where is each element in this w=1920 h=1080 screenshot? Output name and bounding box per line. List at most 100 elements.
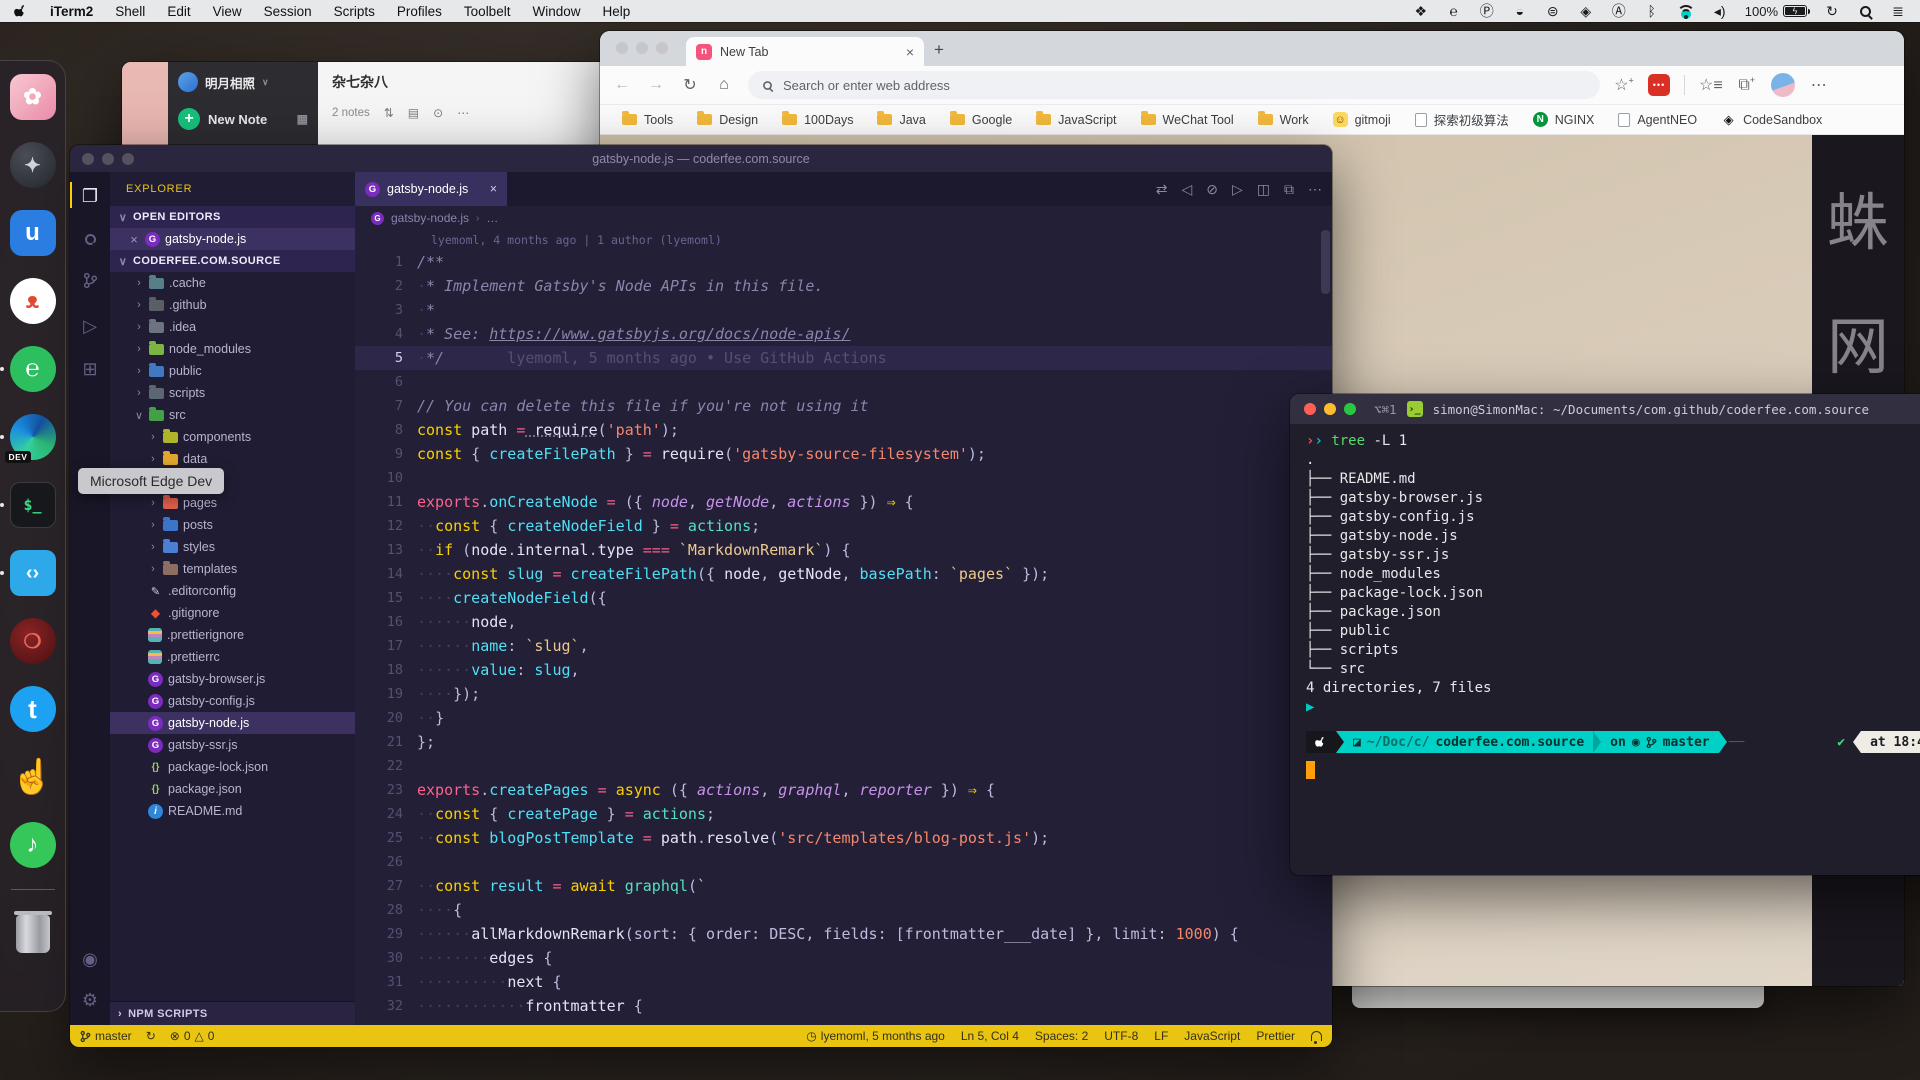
evernote-menu-icon[interactable]: ℮ xyxy=(1446,2,1462,20)
control-center-icon[interactable]: ≣ xyxy=(1890,2,1906,20)
terminal-content[interactable]: ›› tree -L 1.├── README.md├── gatsby-bro… xyxy=(1290,424,1920,779)
tree-item-.editorconfig[interactable]: ✎.editorconfig xyxy=(110,580,355,602)
dock-vscode[interactable]: ‹› xyxy=(9,549,57,597)
tree-item-pages[interactable]: ›pages xyxy=(110,492,355,514)
editor-tab[interactable]: G gatsby-node.js × xyxy=(355,172,507,206)
close-tab-icon[interactable]: × xyxy=(490,182,497,196)
address-bar[interactable]: Search or enter web address xyxy=(748,71,1600,99)
menu-item-session[interactable]: Session xyxy=(264,4,312,19)
section-workspace[interactable]: ∨CODERFEE.COM.SOURCE xyxy=(110,250,355,272)
dock-twitter[interactable]: t xyxy=(9,685,57,733)
search-icon[interactable] xyxy=(70,229,110,250)
menu-item-shell[interactable]: Shell xyxy=(115,4,145,19)
dock-hand-app[interactable]: ☝ xyxy=(9,753,57,801)
collections-icon[interactable]: ⧉+ xyxy=(1737,75,1757,94)
tree-item-.cache[interactable]: ›.cache xyxy=(110,272,355,294)
dock-red-app[interactable]: ❍ xyxy=(9,617,57,665)
dock-edge-dev[interactable]: DEV xyxy=(9,413,57,461)
bookmark-NGINX[interactable]: NNGINX xyxy=(1533,112,1595,127)
bookmark-WeChat Tool[interactable]: WeChat Tool xyxy=(1141,113,1234,127)
status-item[interactable]: Ln 5, Col 4 xyxy=(961,1029,1019,1043)
favorites-list-icon[interactable]: ☆≡ xyxy=(1699,75,1723,95)
tree-item-gatsby-node.js[interactable]: Ggatsby-node.js xyxy=(110,712,355,734)
window-controls[interactable] xyxy=(1304,403,1356,415)
time-machine-icon[interactable]: ↻ xyxy=(1824,2,1840,20)
menu-item-help[interactable]: Help xyxy=(602,4,630,19)
source-control-icon[interactable] xyxy=(70,272,110,294)
bookmark-gitmoji[interactable]: ☺gitmoji xyxy=(1333,112,1391,127)
tag-icon[interactable]: ⊙ xyxy=(433,106,443,120)
tree-item-public[interactable]: ›public xyxy=(110,360,355,382)
menu-item-edit[interactable]: Edit xyxy=(167,4,190,19)
dock-utools[interactable]: u xyxy=(9,209,57,257)
window-tiles-icon[interactable]: ❖ xyxy=(1413,2,1429,20)
extensions-icon[interactable]: ⊞ xyxy=(70,359,110,380)
new-tab-button[interactable]: + xyxy=(934,40,944,60)
menu-item-window[interactable]: Window xyxy=(532,4,580,19)
bookmark-AgentNEO[interactable]: AgentNEO xyxy=(1618,113,1697,127)
tree-item-.prettierignore[interactable]: .prettierignore xyxy=(110,624,355,646)
parallels-icon[interactable]: Ⓟ xyxy=(1479,2,1495,20)
tree-item-README.md[interactable]: iREADME.md xyxy=(110,800,355,822)
dock-iterm[interactable]: $_ xyxy=(9,481,57,529)
editor-scrollbar[interactable] xyxy=(1321,230,1330,294)
codelens-annotation[interactable]: lyemoml, 4 months ago | 1 author (lyemom… xyxy=(355,230,1332,250)
grid-icon[interactable]: ▦ xyxy=(297,112,308,126)
tree-item-.github[interactable]: ›.github xyxy=(110,294,355,316)
status-item[interactable]: UTF-8 xyxy=(1104,1029,1138,1043)
hat-app-icon[interactable]: ◒ xyxy=(1512,2,1528,20)
open-editor-item[interactable]: ×Ggatsby-node.js xyxy=(110,228,355,250)
status-item[interactable]: ◷ lyemoml, 5 months ago xyxy=(806,1029,945,1043)
input-source-icon[interactable]: Ⓐ xyxy=(1611,2,1627,20)
password-extension-icon[interactable]: ••• xyxy=(1648,74,1670,96)
npm-scripts-section[interactable]: ›NPM SCRIPTS xyxy=(110,1001,355,1025)
tree-item-gatsby-config.js[interactable]: Ggatsby-config.js xyxy=(110,690,355,712)
bluetooth-icon[interactable]: ᛒ xyxy=(1644,2,1660,20)
tree-item-package-lock.json[interactable]: {}package-lock.json xyxy=(110,756,355,778)
tree-item-gatsby-ssr.js[interactable]: Ggatsby-ssr.js xyxy=(110,734,355,756)
tree-item-data[interactable]: ›data xyxy=(110,448,355,470)
sync-indicator[interactable]: ↻ xyxy=(146,1029,156,1043)
evernote-account[interactable]: 明月相照 ∨ xyxy=(178,72,308,92)
new-note-button[interactable]: + New Note ▦ xyxy=(178,108,308,130)
bookmark-Java[interactable]: Java xyxy=(877,113,925,127)
code-editor[interactable]: lyemoml, 4 months ago | 1 author (lyemom… xyxy=(355,230,1332,1025)
dock-evernote[interactable]: ℮ xyxy=(9,345,57,393)
nav-forward-icon[interactable]: ▷ xyxy=(1232,181,1243,198)
notifications-bell-icon[interactable] xyxy=(1311,1031,1322,1041)
security-shield-icon[interactable]: ◈ xyxy=(1578,2,1594,20)
status-item[interactable]: Prettier xyxy=(1256,1029,1295,1043)
status-item[interactable]: LF xyxy=(1154,1029,1168,1043)
switch-app-icon[interactable]: ⊜ xyxy=(1545,2,1561,20)
debug-icon[interactable]: ▷ xyxy=(70,316,110,337)
section-open-editors[interactable]: ∨OPEN EDITORS xyxy=(110,206,355,228)
bookmark-100Days[interactable]: 100Days xyxy=(782,113,853,127)
tree-item-node_modules[interactable]: ›node_modules xyxy=(110,338,355,360)
open-preview-icon[interactable]: ◫ xyxy=(1257,181,1270,198)
account-icon[interactable]: ◉ xyxy=(82,949,98,970)
split-editor-icon[interactable]: ⧉ xyxy=(1284,181,1294,198)
bookmark-Work[interactable]: Work xyxy=(1258,113,1309,127)
open-changes-icon[interactable]: ⇄ xyxy=(1156,181,1168,198)
menu-item-scripts[interactable]: Scripts xyxy=(334,4,375,19)
close-icon[interactable]: × xyxy=(128,232,140,247)
menu-item-view[interactable]: View xyxy=(213,4,242,19)
settings-more-icon[interactable]: ⋯ xyxy=(1809,75,1829,95)
more-icon[interactable]: ⋯ xyxy=(457,106,469,120)
window-controls[interactable] xyxy=(616,42,668,54)
menu-item-toolbelt[interactable]: Toolbelt xyxy=(464,4,511,19)
bookmark-CodeSandbox[interactable]: ◈CodeSandbox xyxy=(1721,112,1822,127)
refresh-icon[interactable]: ↻ xyxy=(680,75,700,95)
bookmark-Google[interactable]: Google xyxy=(950,113,1012,127)
tree-item-gatsby-browser.js[interactable]: Ggatsby-browser.js xyxy=(110,668,355,690)
breadcrumb[interactable]: G gatsby-node.js › … xyxy=(355,206,1332,230)
bookmark-Tools[interactable]: Tools xyxy=(622,113,673,127)
status-item[interactable]: JavaScript xyxy=(1184,1029,1240,1043)
nav-back-icon[interactable]: ◁ xyxy=(1181,181,1192,198)
bookmark-Design[interactable]: Design xyxy=(697,113,758,127)
back-icon[interactable]: ← xyxy=(612,76,632,94)
discard-icon[interactable]: ⊘ xyxy=(1206,181,1218,198)
menu-item-profiles[interactable]: Profiles xyxy=(397,4,442,19)
dock-photos-app[interactable]: ✿ xyxy=(9,73,57,121)
tree-item-styles[interactable]: ›styles xyxy=(110,536,355,558)
